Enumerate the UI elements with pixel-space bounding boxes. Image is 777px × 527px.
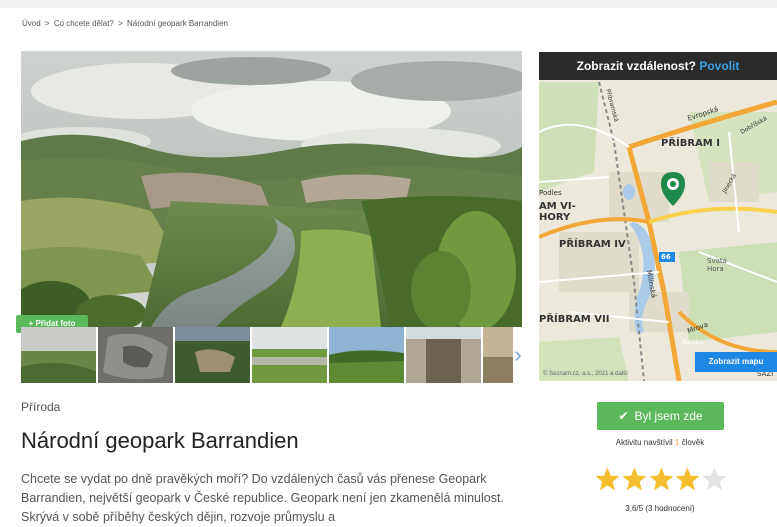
- map-copyright[interactable]: © Seznam.cz, a.s., 2021 a další: [543, 371, 628, 377]
- hero-photo[interactable]: [21, 51, 522, 327]
- breadcrumb-item-home[interactable]: Úvod: [22, 19, 41, 28]
- been-here-label: Byl jsem zde: [634, 409, 703, 423]
- thumbnail-5[interactable]: [329, 327, 404, 383]
- map-label-svata-hora: Svatá Hora: [707, 257, 727, 273]
- rating-text: 3,6/5 (3 hodnocení): [625, 504, 695, 513]
- visitors-suffix: člověk: [681, 438, 705, 447]
- thumbnail-strip: [21, 327, 529, 383]
- rating-stars: [595, 466, 727, 496]
- map-label-road-66: 66: [661, 253, 671, 261]
- hero-photo-image: [21, 51, 522, 327]
- allow-location-link[interactable]: Povolit: [699, 59, 739, 73]
- thumbnail-6[interactable]: [406, 327, 481, 383]
- breadcrumb-item-activities[interactable]: Co chcete dělat?: [54, 19, 114, 28]
- star-empty-icon[interactable]: [702, 466, 727, 492]
- map-label-pribram7: PŘÍBRAM VII: [539, 314, 610, 325]
- place-category: Příroda: [21, 400, 61, 414]
- thumbnail-2[interactable]: [98, 327, 173, 383]
- thumbnail-3[interactable]: [175, 327, 250, 383]
- visitors-count: 1: [674, 438, 680, 447]
- breadcrumb-separator: >: [44, 19, 50, 28]
- star-filled-icon[interactable]: [649, 466, 674, 492]
- page-title: Národní geopark Barrandien: [21, 428, 299, 453]
- place-description: Chcete se vydat po dně pravěkých moří? D…: [21, 472, 504, 524]
- breadcrumb: Úvod > Co chcete dělat? > Národní geopar…: [22, 19, 228, 28]
- check-icon: ✔: [618, 409, 629, 423]
- star-filled-icon[interactable]: [622, 466, 647, 492]
- map-distance-prompt: Zobrazit vzdálenost? Povolit: [539, 52, 777, 80]
- breadcrumb-item-current: Národní geopark Barrandien: [127, 19, 228, 28]
- visitors-prefix: Aktivitu navštívil: [615, 438, 673, 447]
- top-bar: [0, 0, 777, 8]
- breadcrumb-separator: >: [118, 19, 123, 28]
- map-label-pribram1: PŘÍBRAM I: [661, 138, 720, 149]
- map-label-pribram4: PŘÍBRAM IV: [559, 239, 626, 250]
- map-label-kanka: Kanka: [682, 338, 704, 346]
- thumbnail-4[interactable]: [252, 327, 327, 383]
- been-here-button[interactable]: ✔ Byl jsem zde: [597, 402, 724, 430]
- star-filled-icon[interactable]: [675, 466, 700, 492]
- map-label-vihory: AM VI- HORY: [539, 201, 576, 223]
- chevron-right-icon[interactable]: ›: [508, 340, 528, 370]
- thumbnail-1[interactable]: [21, 327, 96, 383]
- map-distance-text: Zobrazit vzdálenost?: [576, 59, 696, 73]
- visitors-info: Aktivitu navštívil 1 člověk: [560, 438, 760, 447]
- map-label-podles: Podles: [539, 189, 562, 197]
- map-panel[interactable]: Zobrazit vzdálenost? Povolit PŘÍBRAM I P…: [539, 52, 777, 381]
- show-map-button[interactable]: Zobrazit mapu: [695, 352, 777, 372]
- star-filled-icon[interactable]: [595, 466, 620, 492]
